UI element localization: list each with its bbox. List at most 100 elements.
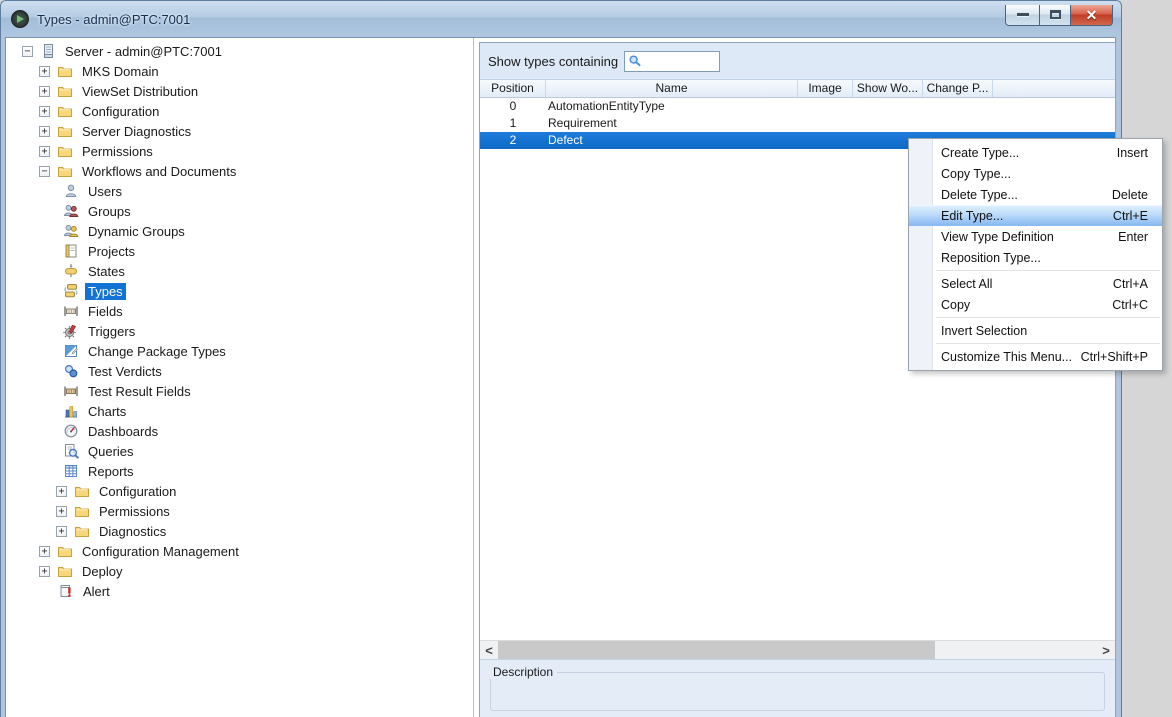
tree-item-label: Workflows and Documents xyxy=(79,163,239,180)
horizontal-scrollbar[interactable]: < > xyxy=(480,640,1115,659)
column-header-show-wo[interactable]: Show Wo... xyxy=(853,80,923,97)
tree-item-configuration[interactable]: +Configuration xyxy=(6,481,473,501)
tree-item-mks-domain[interactable]: +MKS Domain xyxy=(6,61,473,81)
expand-toggle-icon[interactable]: + xyxy=(39,106,50,117)
tree-item-label: Fields xyxy=(85,303,126,320)
tree-item-fields[interactable]: Fields xyxy=(6,301,473,321)
menu-item-view-type-definition[interactable]: View Type DefinitionEnter xyxy=(909,226,1162,247)
app-icon xyxy=(11,10,29,28)
dynamic-groups-icon xyxy=(63,223,79,239)
expand-toggle-icon[interactable]: + xyxy=(56,506,67,517)
expand-toggle-icon[interactable]: + xyxy=(39,126,50,137)
cell: 2 xyxy=(480,132,546,149)
menu-item-customize-this-menu[interactable]: Customize This Menu...Ctrl+Shift+P xyxy=(909,346,1162,367)
queries-icon xyxy=(63,443,79,459)
menu-item-label: Delete Type... xyxy=(941,188,1112,202)
tree-item-states[interactable]: States xyxy=(6,261,473,281)
folder-icon xyxy=(57,143,73,159)
tree-item-server-diagnostics[interactable]: +Server Diagnostics xyxy=(6,121,473,141)
expand-toggle-icon[interactable]: + xyxy=(56,486,67,497)
menu-item-invert-selection[interactable]: Invert Selection xyxy=(909,320,1162,341)
tree-item-label: Dynamic Groups xyxy=(85,223,188,240)
search-box[interactable] xyxy=(624,51,720,72)
search-input[interactable] xyxy=(644,53,714,70)
table-row-requirement[interactable]: 1Requirement xyxy=(480,115,1115,132)
tree-item-workflows-and-documents[interactable]: − Workflows and Documents xyxy=(6,161,473,181)
tree-item-test-verdicts[interactable]: Test Verdicts xyxy=(6,361,473,381)
minimize-button[interactable] xyxy=(1005,5,1040,26)
menu-item-select-all[interactable]: Select AllCtrl+A xyxy=(909,273,1162,294)
cell xyxy=(923,98,993,115)
menu-item-label: Create Type... xyxy=(941,146,1117,160)
scroll-right-button[interactable]: > xyxy=(1097,641,1115,659)
menu-item-shortcut: Ctrl+E xyxy=(1113,209,1148,223)
menu-item-label: Reposition Type... xyxy=(941,251,1148,265)
tree-item-types[interactable]: Types xyxy=(6,281,473,301)
tree-item-configuration-management[interactable]: +Configuration Management xyxy=(6,541,473,561)
tree-item-change-package-types[interactable]: Change Package Types xyxy=(6,341,473,361)
tree-item-alert[interactable]: Alert xyxy=(6,581,473,601)
column-header-image[interactable]: Image xyxy=(798,80,853,97)
filter-label: Show types containing xyxy=(488,54,618,69)
expand-toggle-icon[interactable]: + xyxy=(39,546,50,557)
change-package-types-icon xyxy=(63,343,79,359)
menu-item-create-type[interactable]: Create Type...Insert xyxy=(909,142,1162,163)
expand-toggle-icon[interactable]: + xyxy=(39,566,50,577)
tree-item-users[interactable]: Users xyxy=(6,181,473,201)
server-icon xyxy=(40,43,56,59)
navigation-tree: −Server - admin@PTC:7001+MKS Domain+View… xyxy=(6,38,474,717)
tree-item-label: Test Verdicts xyxy=(85,363,165,380)
tree-item-queries[interactable]: Queries xyxy=(6,441,473,461)
tree-item-label: Deploy xyxy=(79,563,125,580)
tree-item-permissions[interactable]: +Permissions xyxy=(6,501,473,521)
menu-item-reposition-type[interactable]: Reposition Type... xyxy=(909,247,1162,268)
collapse-toggle-icon[interactable]: − xyxy=(39,166,50,177)
groups-icon xyxy=(63,203,79,219)
expand-toggle-icon[interactable]: + xyxy=(39,86,50,97)
collapse-toggle-icon[interactable]: − xyxy=(22,46,33,57)
tree-item-groups[interactable]: Groups xyxy=(6,201,473,221)
tree-item-label: Triggers xyxy=(85,323,138,340)
table-row-automationentitytype[interactable]: 0AutomationEntityType xyxy=(480,98,1115,115)
description-label: Description xyxy=(489,665,557,679)
tree-item-permissions[interactable]: +Permissions xyxy=(6,141,473,161)
tree-item-charts[interactable]: Charts xyxy=(6,401,473,421)
tree-item-test-result-fields[interactable]: Test Result Fields xyxy=(6,381,473,401)
menu-item-edit-type[interactable]: Edit Type...Ctrl+E xyxy=(909,205,1162,226)
maximize-button[interactable] xyxy=(1040,5,1071,26)
tree-item-label: Dashboards xyxy=(85,423,161,440)
expand-toggle-icon[interactable]: + xyxy=(56,526,67,537)
expand-toggle-icon[interactable]: + xyxy=(39,66,50,77)
tree-item-label: Change Package Types xyxy=(85,343,229,360)
tree-item-projects[interactable]: Projects xyxy=(6,241,473,261)
cell xyxy=(923,115,993,132)
menu-item-copy-type[interactable]: Copy Type... xyxy=(909,163,1162,184)
tree-item-deploy[interactable]: + Deploy xyxy=(6,561,473,581)
expand-toggle-icon[interactable]: + xyxy=(39,146,50,157)
tree-item-triggers[interactable]: Triggers xyxy=(6,321,473,341)
menu-item-copy[interactable]: CopyCtrl+C xyxy=(909,294,1162,315)
tree-item-viewset-distribution[interactable]: +ViewSet Distribution xyxy=(6,81,473,101)
folder-icon xyxy=(57,123,73,139)
tree-item-reports[interactable]: Reports xyxy=(6,461,473,481)
close-button[interactable]: ✕ xyxy=(1071,5,1113,26)
column-header-name[interactable]: Name xyxy=(546,80,798,97)
titlebar[interactable]: Types - admin@PTC:7001 ✕ xyxy=(1,1,1121,37)
menu-item-label: Copy Type... xyxy=(941,167,1148,181)
test-verdicts-icon xyxy=(63,363,79,379)
tree-item-dynamic-groups[interactable]: Dynamic Groups xyxy=(6,221,473,241)
search-icon xyxy=(628,54,642,68)
menu-item-delete-type[interactable]: Delete Type...Delete xyxy=(909,184,1162,205)
tree-item-diagnostics[interactable]: +Diagnostics xyxy=(6,521,473,541)
scroll-thumb[interactable] xyxy=(498,641,935,659)
users-icon xyxy=(63,183,79,199)
cell xyxy=(853,98,923,115)
tree-item-server-admin-ptc-7001[interactable]: −Server - admin@PTC:7001 xyxy=(6,41,473,61)
tree-item-dashboards[interactable]: Dashboards xyxy=(6,421,473,441)
column-header-change-p[interactable]: Change P... xyxy=(923,80,993,97)
tree-item-configuration[interactable]: +Configuration xyxy=(6,101,473,121)
scroll-track[interactable] xyxy=(498,641,1097,659)
column-header-position[interactable]: Position xyxy=(480,80,546,97)
scroll-left-button[interactable]: < xyxy=(480,641,498,659)
tree-item-label: Test Result Fields xyxy=(85,383,194,400)
